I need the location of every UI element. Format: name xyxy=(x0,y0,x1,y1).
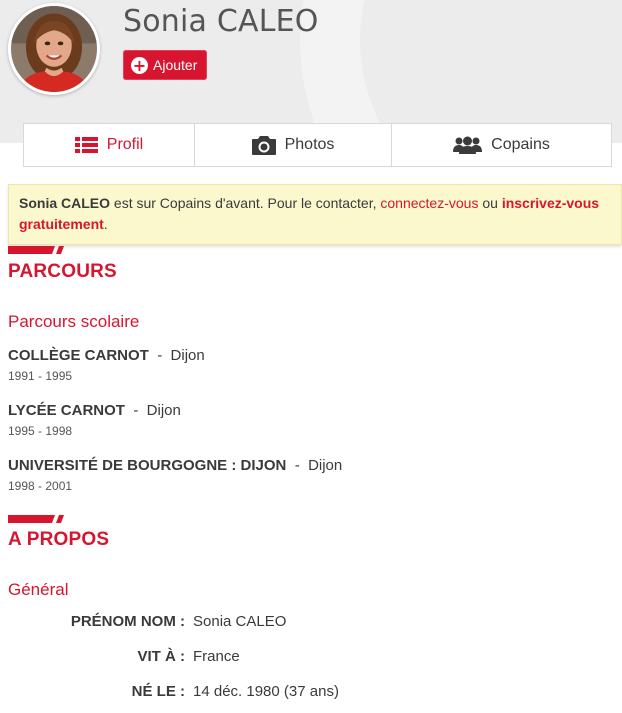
info-row-location: VIT À : France xyxy=(0,648,622,670)
notice-name: Sonia CALEO xyxy=(19,195,111,211)
section-title-apropos: A PROPOS xyxy=(8,529,110,550)
school-name[interactable]: LYCÉE CARNOT xyxy=(8,402,125,419)
info-label: PRÉNOM NOM : xyxy=(70,613,185,630)
school-separator: - xyxy=(133,402,139,419)
login-link[interactable]: connectez-vous xyxy=(380,195,478,211)
school-name[interactable]: UNIVERSITÉ DE BOURGOGNE : DIJON xyxy=(8,457,286,474)
tab-profil[interactable]: Profil xyxy=(24,124,195,166)
subsection-title-general: Général xyxy=(8,580,69,599)
school-name[interactable]: COLLÈGE CARNOT xyxy=(8,347,149,364)
camera-icon xyxy=(251,135,276,155)
school-years: 1995 - 1998 xyxy=(8,424,73,438)
notice-text-end: . xyxy=(103,216,108,232)
school-item: LYCÉE CARNOT - Dijon 1995 - 1998 xyxy=(8,401,181,438)
school-years: 1991 - 1995 xyxy=(8,369,73,383)
notice-text-or: ou xyxy=(478,195,502,211)
subsection-title-scolaire: Parcours scolaire xyxy=(8,312,140,331)
avatar-photo xyxy=(11,6,97,92)
school-item: UNIVERSITÉ DE BOURGOGNE : DIJON - Dijon … xyxy=(8,456,342,493)
add-button-label: Ajouter xyxy=(153,57,198,73)
school-city: Dijon xyxy=(146,402,181,419)
profile-tabs: Profil Photos Copains xyxy=(23,123,612,167)
school-city: Dijon xyxy=(170,347,205,364)
info-label: NÉ LE : xyxy=(131,683,185,700)
users-icon xyxy=(453,136,483,154)
tab-label: Profil xyxy=(106,136,144,153)
info-row-name: PRÉNOM NOM : Sonia CALEO xyxy=(0,613,622,635)
profile-name: Sonia CALEO xyxy=(123,4,319,39)
avatar[interactable] xyxy=(8,3,100,95)
school-separator: - xyxy=(157,347,163,364)
section-decoration xyxy=(8,515,64,523)
add-friend-button[interactable]: + Ajouter xyxy=(123,50,208,80)
tab-copains[interactable]: Copains xyxy=(392,124,611,166)
header-decoration xyxy=(300,0,622,143)
info-row-birthdate: NÉ LE : 14 déc. 1980 (37 ans) xyxy=(0,683,622,705)
section-decoration xyxy=(8,246,64,254)
school-separator: - xyxy=(294,457,300,474)
school-years: 1998 - 2001 xyxy=(8,479,73,493)
login-notice: Sonia CALEO est sur Copains d'avant. Pou… xyxy=(8,184,622,245)
notice-text: est sur Copains d'avant. Pour le contact… xyxy=(110,195,381,211)
section-title-parcours: PARCOURS xyxy=(8,261,117,282)
info-label: VIT À : xyxy=(137,648,186,665)
info-value: Sonia CALEO xyxy=(193,613,287,630)
plus-icon: + xyxy=(131,55,148,75)
list-icon xyxy=(74,137,98,153)
school-city: Dijon xyxy=(308,457,343,474)
info-value: France xyxy=(193,648,240,665)
tab-photos[interactable]: Photos xyxy=(195,124,392,166)
tab-label: Photos xyxy=(284,136,335,153)
school-item: COLLÈGE CARNOT - Dijon 1991 - 1995 xyxy=(8,346,205,383)
info-value: 14 déc. 1980 (37 ans) xyxy=(193,683,339,700)
tab-label: Copains xyxy=(491,136,550,153)
